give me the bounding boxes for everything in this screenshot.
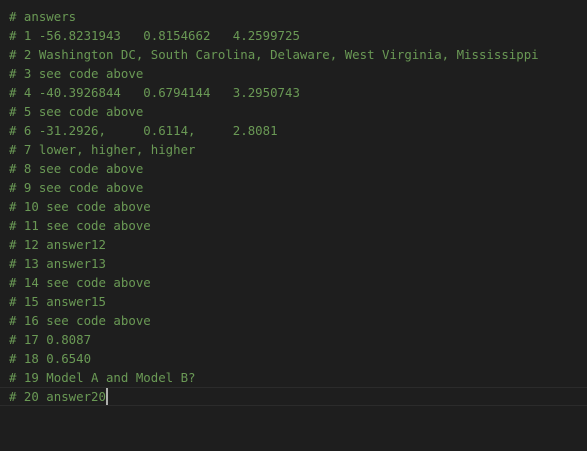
code-line-9[interactable]: # 9 see code above (9, 178, 143, 197)
code-line-2[interactable]: # 2 Washington DC, South Carolina, Delaw… (9, 45, 539, 64)
code-line-12[interactable]: # 12 answer12 (9, 235, 106, 254)
code-line-20-active[interactable]: # 20 answer20 (9, 387, 108, 406)
code-line-1[interactable]: # 1 -56.8231943 0.8154662 4.2599725 (9, 26, 300, 45)
code-line-17[interactable]: # 17 0.8087 (9, 330, 91, 349)
code-line-0[interactable]: # answers (9, 7, 76, 26)
code-line-18[interactable]: # 18 0.6540 (9, 349, 91, 368)
code-line-19[interactable]: # 19 Model A and Model B? (9, 368, 196, 387)
code-line-8[interactable]: # 8 see code above (9, 159, 143, 178)
code-line-14[interactable]: # 14 see code above (9, 273, 151, 292)
code-line-13[interactable]: # 13 answer13 (9, 254, 106, 273)
code-line-4[interactable]: # 4 -40.3926844 0.6794144 3.2950743 (9, 83, 300, 102)
code-line-20-text: # 20 answer20 (9, 389, 106, 404)
code-line-11[interactable]: # 11 see code above (9, 216, 151, 235)
text-cursor (105, 388, 108, 405)
code-editor[interactable]: # answers # 1 -56.8231943 0.8154662 4.25… (0, 0, 587, 451)
code-line-6[interactable]: # 6 -31.2926, 0.6114, 2.8081 (9, 121, 278, 140)
code-line-7[interactable]: # 7 lower, higher, higher (9, 140, 196, 159)
code-line-10[interactable]: # 10 see code above (9, 197, 151, 216)
code-line-5[interactable]: # 5 see code above (9, 102, 143, 121)
code-line-3[interactable]: # 3 see code above (9, 64, 143, 83)
code-line-16[interactable]: # 16 see code above (9, 311, 151, 330)
code-line-15[interactable]: # 15 answer15 (9, 292, 106, 311)
